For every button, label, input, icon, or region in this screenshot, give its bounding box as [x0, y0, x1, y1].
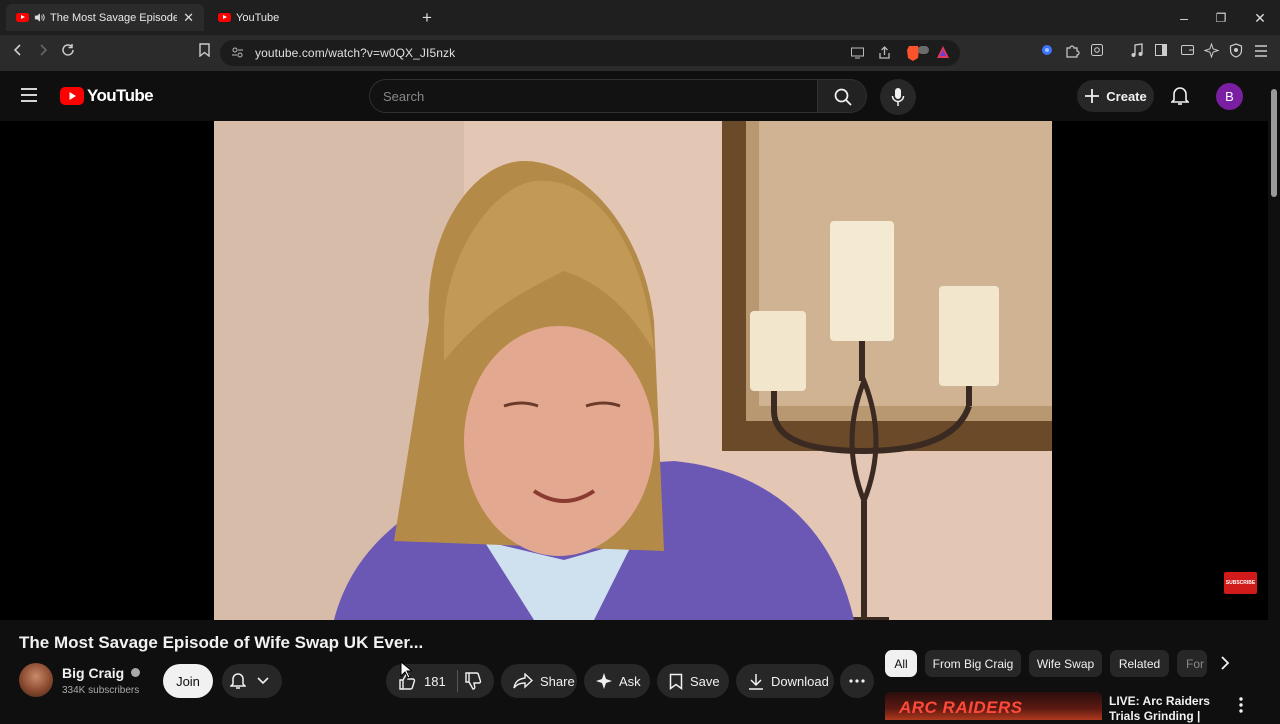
share-arrow-icon [513, 673, 533, 689]
tab-title: The Most Savage Episode of Wife Swap UK … [50, 12, 177, 24]
sparkle-icon [596, 673, 612, 689]
plus-icon [1084, 88, 1100, 104]
recommendation-thumb-text: ARC RAIDERS [899, 698, 1023, 718]
sidebar-toggle-icon[interactable] [1151, 43, 1171, 63]
reload-icon[interactable] [58, 43, 78, 63]
minimize-icon[interactable]: – [1174, 8, 1194, 28]
youtube-logo-text: YouTube [87, 86, 153, 106]
media-music-icon[interactable] [1127, 43, 1147, 63]
close-tab-icon[interactable]: ✕ [183, 10, 194, 26]
tab-youtube[interactable]: YouTube [208, 4, 408, 31]
recommendation-more-icon[interactable] [1239, 697, 1243, 718]
chip-for-you[interactable]: For You [1177, 650, 1207, 677]
youtube-favicon-icon [218, 13, 231, 22]
create-button[interactable]: Create [1077, 80, 1154, 112]
save-label: Save [690, 674, 720, 689]
restore-icon[interactable]: ❐ [1211, 8, 1231, 28]
more-actions-button[interactable] [840, 664, 874, 698]
chips-next-icon[interactable] [1220, 656, 1230, 675]
mouse-cursor-icon [400, 661, 412, 684]
save-button[interactable]: Save [657, 664, 729, 698]
speaker-icon[interactable] [34, 12, 45, 23]
chip-all[interactable]: All [885, 650, 917, 677]
search-placeholder: Search [383, 89, 424, 104]
subscriber-count: 334K subscribers [62, 685, 139, 696]
download-label: Download [771, 674, 829, 689]
address-bar[interactable]: youtube.com/watch?v=w0QX_JI5nzk [220, 40, 960, 66]
account-avatar[interactable]: B [1216, 83, 1243, 110]
recommendation-thumbnail[interactable]: ARC RAIDERS [885, 692, 1102, 720]
brave-shields-icon[interactable] [906, 44, 930, 61]
save-bookmark-icon [669, 673, 683, 690]
download-icon [748, 673, 764, 690]
window-close-icon[interactable]: ✕ [1250, 8, 1270, 28]
search-icon [833, 87, 853, 107]
brave-rewards-icon[interactable] [936, 45, 950, 64]
url-text: youtube.com/watch?v=w0QX_JI5nzk [255, 46, 455, 60]
youtube-logo-icon [60, 87, 84, 105]
leo-ai-icon[interactable] [1201, 43, 1221, 63]
browser-menu-icon[interactable] [1251, 43, 1271, 63]
microphone-icon [891, 87, 905, 107]
back-icon[interactable] [8, 43, 28, 63]
browser-tab-strip: The Most Savage Episode of Wife Swap UK … [0, 0, 1280, 35]
thumbs-down-icon [464, 672, 482, 690]
video-frame [214, 121, 1052, 620]
ask-button[interactable]: Ask [584, 664, 650, 698]
extensions-puzzle-icon[interactable] [1062, 43, 1082, 63]
more-horizontal-icon [849, 679, 865, 683]
youtube-logo[interactable]: YouTube [60, 86, 153, 106]
search-input[interactable]: Search [369, 79, 817, 113]
chevron-down-icon [257, 677, 269, 685]
new-tab-icon[interactable]: + [417, 8, 437, 28]
bookmark-icon[interactable] [194, 43, 214, 63]
youtube-header: YouTube Search Create B [0, 71, 1268, 121]
search-button[interactable] [817, 79, 867, 113]
tab-active[interactable]: The Most Savage Episode of Wife Swap UK … [6, 4, 204, 31]
tab-title: YouTube [236, 12, 279, 24]
screenshot-icon[interactable] [1087, 43, 1107, 63]
cast-icon[interactable] [850, 45, 865, 65]
voice-search-button[interactable] [880, 79, 916, 115]
bell-icon [230, 672, 246, 690]
share-page-icon[interactable] [877, 45, 892, 65]
join-button[interactable]: Join [163, 664, 213, 698]
share-button[interactable]: Share [501, 664, 577, 698]
ask-label: Ask [619, 674, 641, 689]
guide-menu-icon[interactable] [20, 87, 38, 108]
subscribe-watermark[interactable]: SUBSCRIBE [1224, 572, 1257, 594]
scrollbar-thumb[interactable] [1271, 89, 1277, 197]
channel-name[interactable]: Big Craig [62, 665, 140, 681]
channel-name-text: Big Craig [62, 665, 124, 681]
download-button[interactable]: Download [736, 664, 834, 698]
site-settings-icon[interactable] [231, 46, 244, 64]
forward-icon[interactable] [33, 43, 53, 63]
verified-badge-icon [131, 668, 140, 677]
video-player[interactable]: SUBSCRIBE [0, 121, 1268, 620]
youtube-favicon-icon [16, 13, 29, 22]
vpn-shield-icon[interactable] [1226, 43, 1246, 63]
chip-related[interactable]: Related [1110, 650, 1169, 677]
page-scrollbar[interactable] [1268, 71, 1280, 720]
share-label: Share [540, 674, 575, 689]
chip-from-channel[interactable]: From Big Craig [925, 650, 1021, 677]
chip-wife-swap[interactable]: Wife Swap [1029, 650, 1102, 677]
notifications-bell-icon[interactable] [1171, 86, 1189, 111]
wallet-icon[interactable] [1177, 43, 1197, 63]
browser-toolbar: youtube.com/watch?v=w0QX_JI5nzk [0, 35, 1280, 71]
subscription-bell-button[interactable] [222, 664, 282, 698]
dislike-button[interactable] [464, 672, 482, 690]
extension-blue-icon[interactable] [1037, 43, 1057, 63]
create-label: Create [1106, 89, 1146, 104]
channel-avatar[interactable] [19, 663, 53, 697]
video-scene [214, 121, 1052, 620]
subscribe-watermark-text: SUBSCRIBE [1226, 580, 1255, 586]
like-count: 181 [424, 674, 446, 689]
video-title: The Most Savage Episode of Wife Swap UK … [19, 633, 423, 653]
